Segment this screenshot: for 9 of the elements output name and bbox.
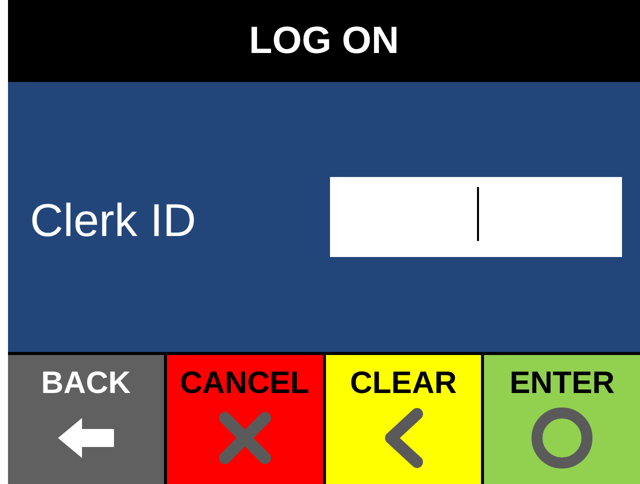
clear-button[interactable]: CLEAR [326,355,482,484]
enter-button[interactable]: ENTER [484,355,640,484]
cancel-button[interactable]: CANCEL [166,355,322,484]
field-label: Clerk ID [30,193,196,247]
input-field[interactable] [330,177,622,257]
back-button[interactable]: BACK [8,355,164,484]
screen-title: LOG ON [249,20,399,62]
arrow-left-icon [56,416,116,460]
ring-icon [530,406,594,470]
